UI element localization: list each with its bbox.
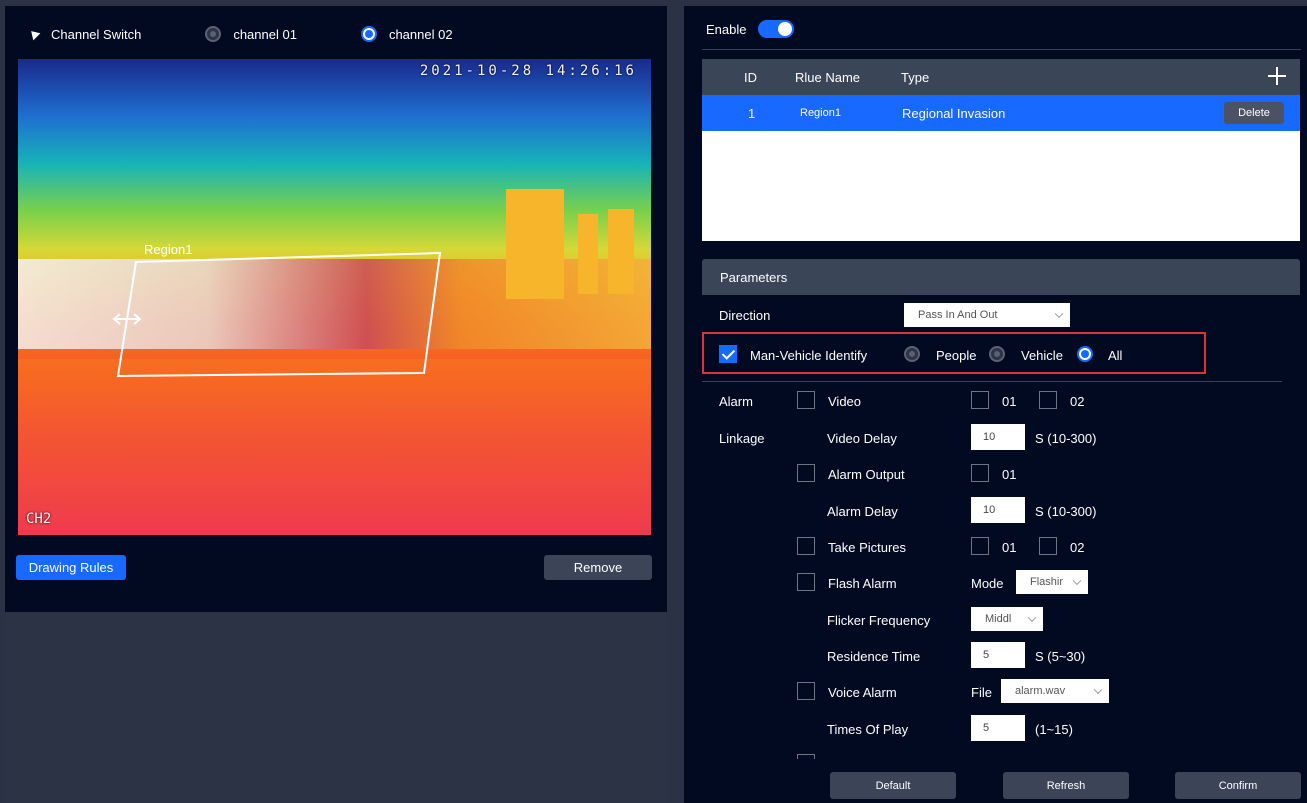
channel-switch-label: Channel Switch <box>51 26 142 42</box>
take-pictures-ch02-checkbox[interactable] <box>1039 537 1057 555</box>
refresh-button[interactable]: Refresh <box>1003 772 1129 799</box>
channel-switch: Channel Switch channel 01 channel 02 <box>27 26 453 42</box>
alarm-delay-range: S (10-300) <box>1035 504 1097 519</box>
row-type: Regional Invasion <box>902 105 1006 121</box>
alarm-output-ch01-checkbox[interactable] <box>971 464 989 482</box>
video-ch01-label: 01 <box>1002 394 1017 409</box>
confirm-button[interactable]: Confirm <box>1175 772 1301 799</box>
enable-row: Enable <box>706 20 795 38</box>
col-rule-name: Rlue Name <box>795 69 861 85</box>
region-label: Region1 <box>144 242 193 257</box>
parameters-section: Parameters Direction Pass In And Out Man… <box>702 259 1300 759</box>
take-pictures-checkbox[interactable] <box>797 537 815 555</box>
linkage-label: Linkage <box>719 431 765 446</box>
video-ch01-checkbox[interactable] <box>971 391 989 409</box>
table-row[interactable]: 1 Region1 Regional Invasion Delete <box>702 95 1300 131</box>
chevron-down-icon <box>1072 576 1082 586</box>
man-vehicle-label: Man-Vehicle Identify <box>750 348 868 363</box>
flash-alarm-checkbox[interactable] <box>797 573 815 591</box>
video-preview-panel: Channel Switch channel 01 channel 02 Reg… <box>5 6 667 612</box>
take-pictures-ch01-label: 01 <box>1002 540 1017 555</box>
residence-input[interactable]: 5 <box>971 642 1025 668</box>
mode-select[interactable]: Flashir <box>1016 570 1088 594</box>
channel-01-label: channel 01 <box>233 26 297 42</box>
alarm-output-ch01-label: 01 <box>1002 467 1017 482</box>
times-input[interactable]: 5 <box>971 715 1025 741</box>
mode-value: Flashir <box>1030 576 1064 588</box>
row-id: 1 <box>748 105 756 121</box>
chevron-down-icon <box>1054 309 1064 319</box>
direction-value: Pass In And Out <box>918 309 998 321</box>
voice-alarm-label: Voice Alarm <box>828 685 897 700</box>
divider <box>702 49 1301 50</box>
video-checkbox[interactable] <box>797 391 815 409</box>
vehicle-label: Vehicle <box>1021 348 1063 363</box>
drawing-rules-button[interactable]: Drawing Rules <box>16 555 126 580</box>
alarm-delay-label: Alarm Delay <box>827 504 898 519</box>
all-label: All <box>1108 348 1123 363</box>
osd-channel: CH2 <box>26 511 52 527</box>
take-pictures-ch02-label: 02 <box>1070 540 1085 555</box>
empty-area <box>5 612 667 803</box>
rules-table: ID Rlue Name Type 1 Region1 Regional Inv… <box>702 59 1300 241</box>
take-pictures-ch01-checkbox[interactable] <box>971 537 989 555</box>
collapse-triangle-icon[interactable] <box>27 27 41 41</box>
file-select[interactable]: alarm.wav <box>1001 679 1109 703</box>
video-delay-range: S (10-300) <box>1035 431 1097 446</box>
file-label: File <box>971 685 992 700</box>
all-radio[interactable] <box>1077 346 1093 362</box>
alarm-label: Alarm <box>719 394 753 409</box>
direction-select[interactable]: Pass In And Out <box>904 303 1070 327</box>
chevron-down-icon <box>1027 613 1037 623</box>
take-pictures-label: Take Pictures <box>828 540 907 555</box>
people-radio[interactable] <box>904 346 920 362</box>
delete-button[interactable]: Delete <box>1224 102 1284 124</box>
flicker-label: Flicker Frequency <box>827 613 931 628</box>
default-button[interactable]: Default <box>830 772 956 799</box>
enable-toggle[interactable] <box>758 20 795 38</box>
region-overlay[interactable] <box>18 59 651 535</box>
col-type: Type <box>901 69 930 85</box>
alarm-output-checkbox[interactable] <box>797 464 815 482</box>
times-range: (1~15) <box>1035 722 1073 737</box>
video-ch02-label: 02 <box>1070 394 1085 409</box>
thermal-video-view[interactable]: Region1 2021-10-28 14:26:16 CH2 <box>18 59 651 535</box>
channel-02-radio[interactable] <box>360 26 377 42</box>
direction-label: Direction <box>719 308 771 323</box>
table-header: ID Rlue Name Type <box>702 59 1300 95</box>
man-vehicle-checkbox[interactable] <box>719 345 737 363</box>
video-ch02-checkbox[interactable] <box>1039 391 1057 409</box>
residence-range: S (5~30) <box>1035 649 1086 664</box>
enable-label: Enable <box>706 21 747 37</box>
col-id: ID <box>744 69 757 85</box>
parameters-title: Parameters <box>702 259 1300 295</box>
alarm-output-label: Alarm Output <box>828 467 905 482</box>
partial-checkbox[interactable] <box>797 754 815 759</box>
remove-button[interactable]: Remove <box>544 555 652 580</box>
flicker-value: Middl <box>985 613 1012 625</box>
residence-label: Residence Time <box>827 649 921 664</box>
divider <box>702 381 1282 382</box>
video-delay-input[interactable]: 10 <box>971 424 1025 450</box>
voice-alarm-checkbox[interactable] <box>797 682 815 700</box>
video-delay-label: Video Delay <box>827 431 897 446</box>
flicker-select[interactable]: Middl <box>971 607 1043 631</box>
channel-02-label: channel 02 <box>388 26 453 42</box>
channel-01-radio[interactable] <box>205 26 222 42</box>
times-label: Times Of Play <box>827 722 909 737</box>
flash-alarm-label: Flash Alarm <box>828 576 897 591</box>
people-label: People <box>936 348 977 363</box>
add-rule-icon[interactable] <box>1268 67 1286 85</box>
row-name: Region1 <box>800 107 841 119</box>
region1-polygon <box>116 251 442 378</box>
vehicle-radio[interactable] <box>989 346 1005 362</box>
alarm-delay-input[interactable]: 10 <box>971 497 1025 523</box>
chevron-down-icon <box>1093 685 1103 695</box>
mode-label: Mode <box>971 576 1004 591</box>
file-value: alarm.wav <box>1015 685 1066 697</box>
osd-timestamp: 2021-10-28 14:26:16 <box>419 63 637 79</box>
rule-config-panel: Enable ID Rlue Name Type 1 Region1 Regio… <box>684 6 1307 803</box>
video-label: Video <box>828 394 862 409</box>
